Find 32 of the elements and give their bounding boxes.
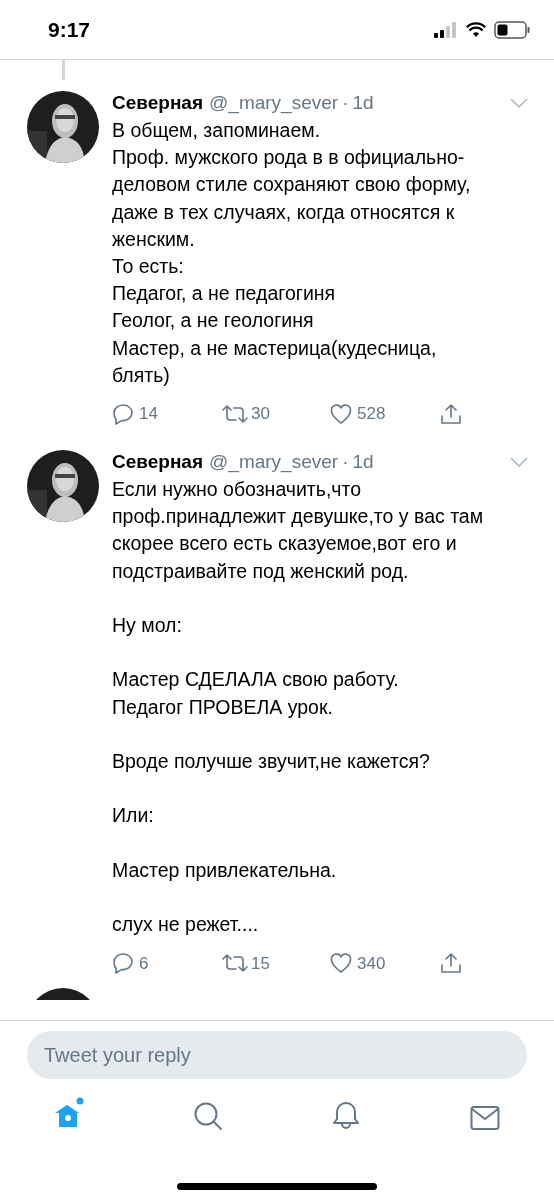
mail-icon[interactable]: [469, 1105, 500, 1131]
comment-icon[interactable]: [112, 952, 134, 975]
like-count: 528: [357, 403, 386, 426]
reply-count: 14: [139, 403, 158, 426]
author-handle[interactable]: @_mary_sever: [209, 448, 339, 477]
status-time: 9:17: [48, 16, 91, 43]
retweet-count: 15: [251, 952, 270, 975]
battery-icon: [494, 20, 530, 39]
bell-icon[interactable]: [332, 1101, 361, 1131]
tweet-time: 1d: [352, 91, 374, 115]
heart-icon[interactable]: [330, 953, 352, 974]
tweet-time: 1d: [352, 450, 374, 475]
like-count: 340: [357, 952, 386, 975]
comment-icon[interactable]: [112, 403, 134, 426]
author-name[interactable]: Северная: [112, 89, 204, 117]
share-icon[interactable]: [440, 952, 462, 975]
retweet-count: 30: [251, 403, 270, 426]
author-handle[interactable]: @_mary_sever: [209, 89, 339, 117]
search-icon[interactable]: [192, 1101, 223, 1131]
author-name[interactable]: Северная: [112, 448, 204, 477]
separator-dot: ·: [342, 91, 349, 115]
wifi-icon: [466, 21, 486, 38]
retweet-icon[interactable]: [222, 404, 248, 425]
signal-icon: [434, 21, 458, 38]
reply-field[interactable]: Tweet your reply: [27, 1031, 527, 1079]
reply-count: 6: [139, 952, 149, 975]
tweet-text: Если нужно обозначить,что проф.принадлежит девушке,то у вас там скорее всего есть сказуемое,вот его и подстраивайте под женский род. Ну мол: Мастер СДЕЛАЛА свою работу. Педагог ПРОВЕЛА урок. Вроде получше звучит,не кажется? Или: Мастер привлекательна. слух не режет....: [112, 477, 485, 938]
tweet-text: В общем, запоминаем. Проф. мужского рода в в официально- деловом стиле сохраняют свою форму, даже в тех случаях, когда относятся к женским. То есть: Педагог, а не педагогиня Геолог, а не геологиня Мастер, а не мастерица(кудесница, блять): [112, 118, 472, 388]
share-icon[interactable]: [440, 403, 462, 426]
heart-icon[interactable]: [330, 404, 352, 425]
retweet-icon[interactable]: [222, 953, 248, 974]
separator-dot: ·: [342, 450, 349, 475]
